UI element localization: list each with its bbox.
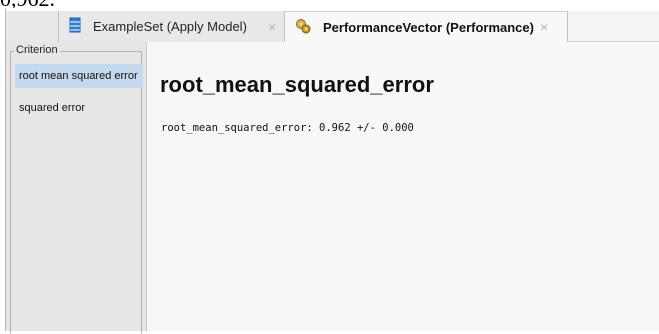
criterion-heading: root_mean_squared_error — [160, 72, 434, 97]
criterion-item-root-mean-squared-error[interactable]: root mean squared error — [15, 64, 143, 88]
close-icon[interactable]: × — [540, 19, 548, 35]
criterion-group-box — [10, 51, 142, 334]
performance-main-view: root_mean_squared_error root_mean_square… — [147, 42, 659, 331]
tab-bar-empty-area — [568, 11, 659, 42]
results-window: ExampleSet (Apply Model) × PerformanceVe… — [5, 8, 659, 334]
performance-icon — [295, 18, 311, 37]
criterion-legend: Criterion — [14, 43, 60, 57]
close-icon[interactable]: × — [268, 19, 276, 35]
tab-exampleset-label: ExampleSet (Apply Model) — [93, 19, 247, 34]
criterion-item-squared-error[interactable]: squared error — [17, 98, 139, 118]
tab-exampleset[interactable]: ExampleSet (Apply Model) × — [59, 11, 285, 42]
criterion-panel: Criterion root mean squared error square… — [6, 42, 147, 334]
table-icon — [69, 17, 81, 36]
tab-performance-vector[interactable]: PerformanceVector (Performance) × — [285, 11, 568, 42]
tab-performance-vector-label: PerformanceVector (Performance) — [323, 19, 534, 35]
criterion-result-value: root_mean_squared_error: 0.962 +/- 0.000 — [161, 122, 414, 134]
tab-bar-spacer — [6, 11, 59, 42]
tab-bar: ExampleSet (Apply Model) × PerformanceVe… — [6, 8, 659, 42]
